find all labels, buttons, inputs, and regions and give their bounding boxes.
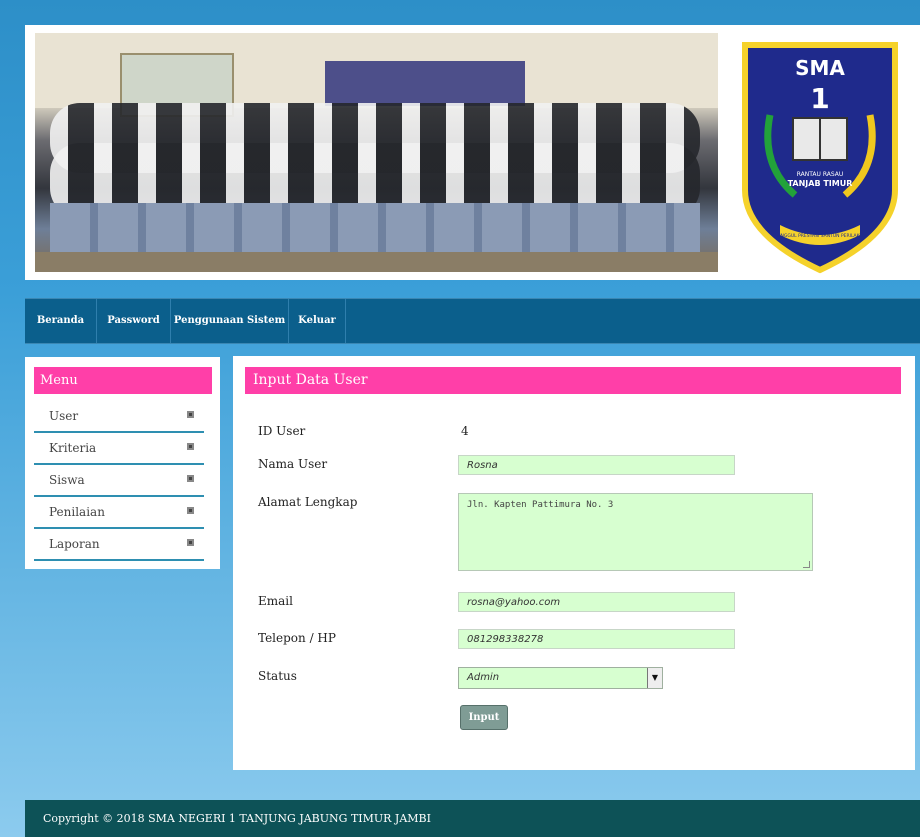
status-select[interactable]: Admin ▼: [458, 667, 663, 689]
logo-motto: UNGGUL PRESTASI SANTUN PERILAKU: [777, 233, 863, 239]
main-nav: Beranda Password Penggunaan Sistem Kelua…: [25, 298, 920, 344]
bullet-icon: [187, 411, 194, 418]
footer: Copyright © 2018 SMA NEGERI 1 TANJUNG JA…: [25, 800, 920, 837]
main-content: Input Data User ID User 4 Nama User Rosn…: [233, 356, 915, 770]
alamat-text: Jln. Kapten Pattimura No. 3: [467, 500, 614, 510]
sidebar-item-laporan[interactable]: Laporan: [34, 529, 204, 561]
sidebar-menu: Menu User Kriteria Siswa Penilaian Lapor…: [25, 357, 220, 569]
nav-keluar[interactable]: Keluar: [289, 299, 346, 343]
sidebar-item-label: User: [49, 409, 79, 423]
alamat-textarea[interactable]: Jln. Kapten Pattimura No. 3: [458, 493, 813, 571]
sidebar-item-penilaian[interactable]: Penilaian: [34, 497, 204, 529]
page-title: Input Data User: [245, 367, 901, 394]
sidebar-item-label: Kriteria: [49, 441, 97, 455]
id-user-value: 4: [461, 424, 469, 438]
sidebar-item-label: Siswa: [49, 473, 85, 487]
menu-title: Menu: [34, 367, 212, 394]
chevron-down-icon[interactable]: ▼: [647, 668, 662, 688]
telepon-input[interactable]: 081298338278: [458, 629, 735, 649]
nav-penggunaan-sistem[interactable]: Penggunaan Sistem: [171, 299, 289, 343]
nav-password[interactable]: Password: [97, 299, 171, 343]
sidebar-item-label: Penilaian: [49, 505, 105, 519]
logo-text-line1: RANTAU RASAU: [797, 171, 844, 178]
bullet-icon: [187, 507, 194, 514]
nama-user-label: Nama User: [258, 457, 328, 471]
nav-beranda[interactable]: Beranda: [25, 299, 97, 343]
id-user-label: ID User: [258, 424, 306, 438]
email-input[interactable]: rosna@yahoo.com: [458, 592, 735, 612]
bullet-icon: [187, 475, 194, 482]
bullet-icon: [187, 539, 194, 546]
email-label: Email: [258, 594, 293, 608]
bullet-icon: [187, 443, 194, 450]
page: SMA 1 RANTAU RASAU TANJAB TIMUR UNGGUL P…: [0, 0, 920, 837]
alamat-label: Alamat Lengkap: [258, 495, 358, 509]
school-logo: SMA 1 RANTAU RASAU TANJAB TIMUR UNGGUL P…: [742, 42, 898, 274]
telepon-label: Telepon / HP: [258, 631, 336, 645]
sidebar-item-siswa[interactable]: Siswa: [34, 465, 204, 497]
status-label: Status: [258, 669, 297, 683]
sidebar-item-user[interactable]: User: [34, 401, 204, 433]
header-banner: SMA 1 RANTAU RASAU TANJAB TIMUR UNGGUL P…: [25, 25, 920, 280]
resize-grip-icon[interactable]: [803, 561, 810, 568]
sidebar-item-kriteria[interactable]: Kriteria: [34, 433, 204, 465]
group-photo: [35, 33, 718, 272]
nama-user-input[interactable]: Rosna: [458, 455, 735, 475]
input-button[interactable]: Input: [460, 705, 508, 730]
status-selected: Admin: [467, 672, 500, 683]
logo-text-top: SMA: [795, 56, 845, 80]
logo-text-line2: TANJAB TIMUR: [788, 179, 853, 188]
sidebar-item-label: Laporan: [49, 537, 100, 551]
logo-number: 1: [810, 82, 829, 115]
